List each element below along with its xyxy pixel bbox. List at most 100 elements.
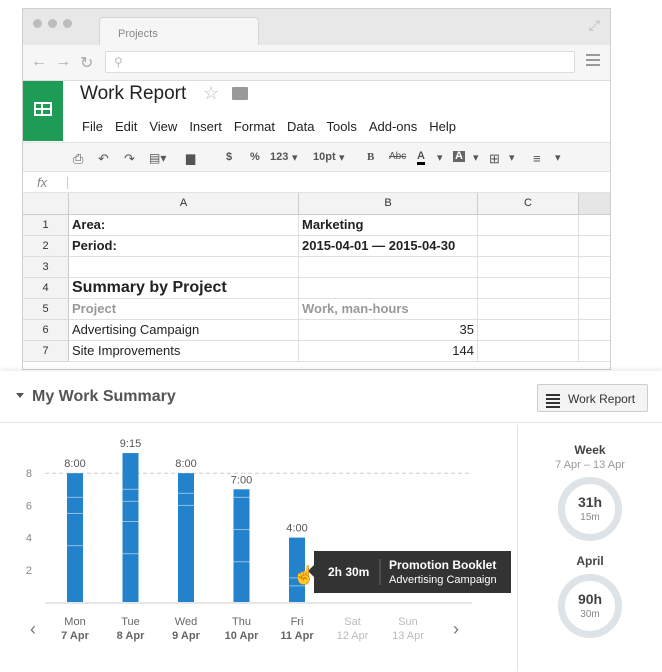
expand-icon[interactable]: ⤢ xyxy=(589,17,600,34)
y-tick-label: 6 xyxy=(26,500,32,512)
work-report-button[interactable]: Work Report xyxy=(537,384,648,412)
chevron-down-icon[interactable]: ▾ xyxy=(509,151,515,164)
redo-icon[interactable]: ↷ xyxy=(124,151,135,167)
cell-d6[interactable] xyxy=(579,320,610,341)
column-header-extra[interactable] xyxy=(579,193,610,215)
x-tick-day: Mon xyxy=(64,616,85,628)
window-controls[interactable] xyxy=(33,19,72,28)
cell-d3[interactable] xyxy=(579,257,610,278)
row-header[interactable]: 4 xyxy=(23,278,69,299)
x-tick-day: Sun xyxy=(398,616,418,628)
menu-tools[interactable]: Tools xyxy=(326,119,356,134)
cell-a3[interactable] xyxy=(69,257,299,278)
fill-color-button[interactable]: A xyxy=(453,151,465,162)
cell-a7[interactable]: Site Improvements xyxy=(69,341,299,362)
forward-arrow-icon[interactable]: → xyxy=(55,53,71,71)
column-header-b[interactable]: B xyxy=(299,193,478,215)
text-color-button[interactable]: A xyxy=(417,151,425,165)
chevron-down-icon[interactable]: ▾ xyxy=(473,151,479,164)
chevron-down-icon[interactable]: ▾ xyxy=(555,151,561,164)
column-header-c[interactable]: C xyxy=(478,193,579,215)
borders-icon[interactable]: ⊞ xyxy=(489,151,500,167)
menu-insert[interactable]: Insert xyxy=(189,119,222,134)
y-tick-label: 8 xyxy=(26,468,32,480)
row-header[interactable]: 3 xyxy=(23,257,69,278)
paste-format-icon[interactable]: ▤▾ xyxy=(149,151,166,165)
cell-d1[interactable] xyxy=(579,215,610,236)
reload-icon[interactable]: ↻ xyxy=(80,53,93,73)
font-size-select[interactable]: 10pt xyxy=(313,151,336,163)
cell-d4[interactable] xyxy=(579,278,610,299)
next-week-arrow-icon[interactable]: › xyxy=(453,619,459,639)
menu-addons[interactable]: Add-ons xyxy=(369,119,417,134)
row-header[interactable]: 1 xyxy=(23,215,69,236)
chevron-down-icon[interactable]: ▾ xyxy=(292,151,298,164)
cell-d2[interactable] xyxy=(579,236,610,257)
row-header[interactable]: 5 xyxy=(23,299,69,320)
menu-format[interactable]: Format xyxy=(234,119,275,134)
cell-a1[interactable]: Area: xyxy=(69,215,299,236)
align-icon[interactable]: ≡ xyxy=(533,151,541,166)
undo-icon[interactable]: ↶ xyxy=(98,151,109,167)
cell-d7[interactable] xyxy=(579,341,610,362)
menu-file[interactable]: File xyxy=(82,119,103,134)
browser-navbar: ← → ↻ ⚲ xyxy=(23,45,610,81)
select-all-corner[interactable] xyxy=(23,193,69,215)
doc-title[interactable]: Work Report xyxy=(80,83,186,105)
back-arrow-icon[interactable]: ← xyxy=(31,53,47,71)
week-hours: 31h xyxy=(577,494,603,510)
bold-button[interactable]: B xyxy=(367,151,374,163)
print-icon[interactable]: ⎙ xyxy=(73,151,83,167)
url-bar[interactable]: ⚲ xyxy=(105,51,575,73)
menu-view[interactable]: View xyxy=(149,119,177,134)
star-icon[interactable]: ☆ xyxy=(203,83,219,104)
menu-edit[interactable]: Edit xyxy=(115,119,137,134)
browser-menu-icon[interactable] xyxy=(586,54,600,69)
menu-help[interactable]: Help xyxy=(429,119,456,134)
cell-b5[interactable]: Work, man-hours xyxy=(299,299,478,320)
formula-bar[interactable]: fx xyxy=(23,173,610,193)
cell-b7[interactable]: 144 xyxy=(299,341,478,362)
bar-value-label: 8:00 xyxy=(64,458,85,470)
cell-b2[interactable]: 2015-04-01 — 2015-04-30 xyxy=(299,236,478,257)
row-header[interactable]: 6 xyxy=(23,320,69,341)
cell-c2[interactable] xyxy=(478,236,579,257)
bar-thu xyxy=(233,489,250,602)
cell-c4[interactable] xyxy=(478,278,579,299)
cell-c1[interactable] xyxy=(478,215,579,236)
sheets-logo-icon[interactable] xyxy=(23,81,63,141)
cell-b4[interactable] xyxy=(299,278,478,299)
browser-tab[interactable]: Projects xyxy=(99,17,259,45)
percent-button[interactable]: % xyxy=(250,151,260,163)
cell-a2[interactable]: Period: xyxy=(69,236,299,257)
menu-data[interactable]: Data xyxy=(287,119,314,134)
panel-title[interactable]: My Work Summary xyxy=(32,388,176,406)
column-header-a[interactable]: A xyxy=(69,193,299,215)
cell-c7[interactable] xyxy=(478,341,579,362)
cell-c3[interactable] xyxy=(478,257,579,278)
chevron-down-icon[interactable]: ▾ xyxy=(437,151,443,164)
cell-b3[interactable] xyxy=(299,257,478,278)
collapse-caret-icon[interactable] xyxy=(16,393,24,398)
cell-b1[interactable]: Marketing xyxy=(299,215,478,236)
row-header[interactable]: 2 xyxy=(23,236,69,257)
chevron-down-icon[interactable]: ▾ xyxy=(339,151,345,164)
paint-format-icon[interactable]: ▆ xyxy=(186,151,195,165)
strikethrough-button[interactable]: Abc xyxy=(389,151,406,162)
week-hours-ring: 31h 15m xyxy=(558,477,622,541)
number-format-button[interactable]: 123 xyxy=(270,151,288,163)
cell-a4[interactable]: Summary by Project xyxy=(69,278,299,299)
row-header[interactable]: 7 xyxy=(23,341,69,362)
search-icon: ⚲ xyxy=(114,55,123,69)
cell-d5[interactable] xyxy=(579,299,610,320)
cell-c6[interactable] xyxy=(478,320,579,341)
folder-icon[interactable] xyxy=(232,87,248,100)
prev-week-arrow-icon[interactable]: ‹ xyxy=(30,619,36,639)
cell-a6[interactable]: Advertising Campaign xyxy=(69,320,299,341)
cell-b6[interactable]: 35 xyxy=(299,320,478,341)
y-tick-label: 4 xyxy=(26,533,32,545)
cell-c5[interactable] xyxy=(478,299,579,320)
bar-mon xyxy=(67,473,83,602)
currency-button[interactable]: $ xyxy=(226,151,232,163)
cell-a5[interactable]: Project xyxy=(69,299,299,320)
